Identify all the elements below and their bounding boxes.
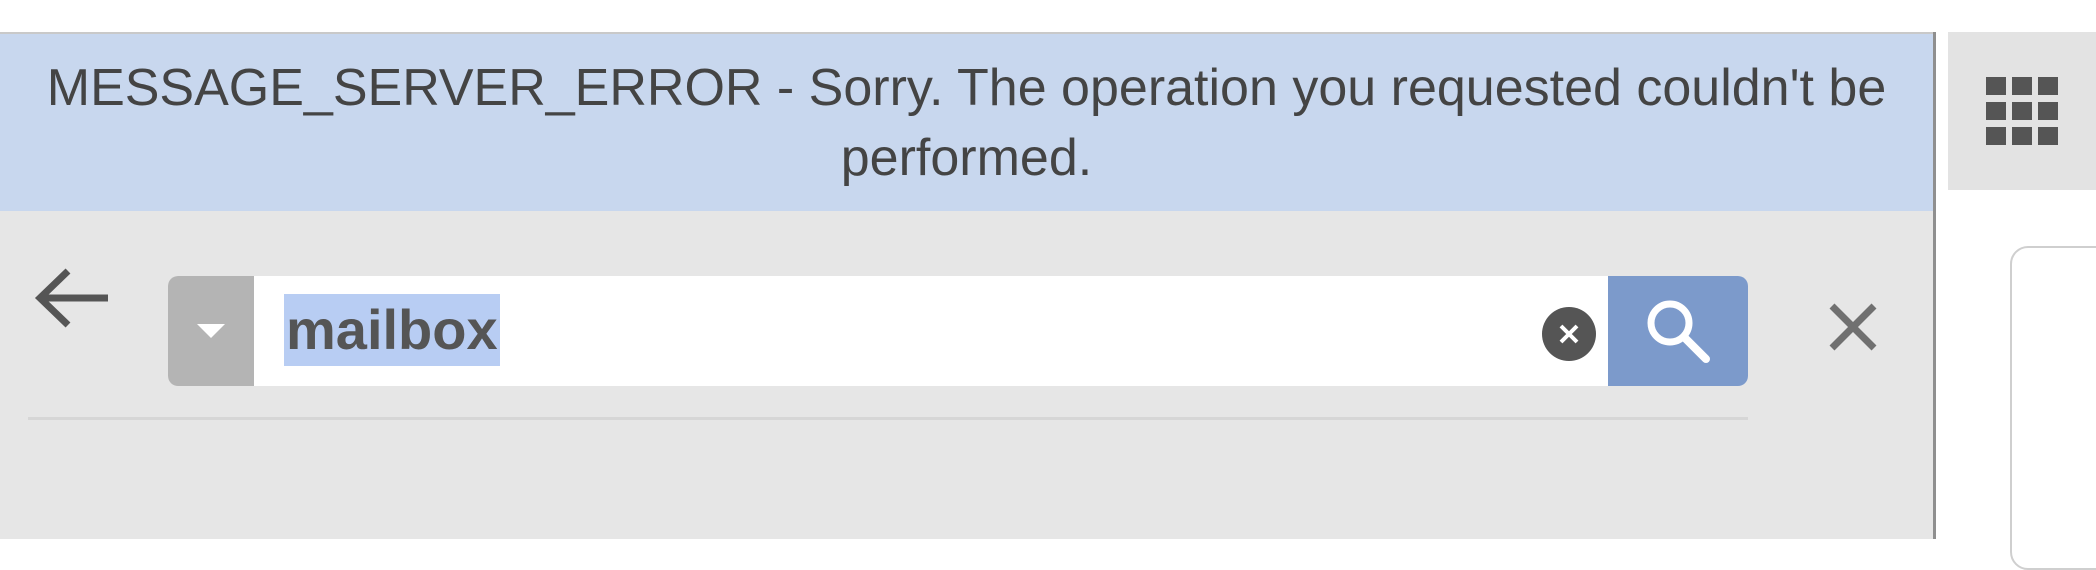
clear-circle-icon — [1559, 324, 1579, 344]
caret-down-icon — [197, 324, 225, 338]
arrow-left-icon — [34, 268, 108, 328]
grid-icon — [1986, 77, 2058, 145]
magnifier-icon — [1647, 300, 1710, 363]
close-icon — [1829, 303, 1877, 351]
error-message: MESSAGE_SERVER_ERROR - Sorry. The operat… — [46, 58, 1887, 187]
search-input[interactable]: mailbox — [284, 294, 500, 366]
right-panel — [1936, 32, 2096, 570]
close-search-button[interactable] — [1818, 292, 1888, 362]
search-box: mailbox — [168, 276, 1748, 386]
divider — [28, 417, 1748, 420]
search-panel: MESSAGE_SERVER_ERROR - Sorry. The operat… — [0, 32, 1933, 539]
search-button[interactable] — [1608, 276, 1748, 386]
search-row: mailbox — [0, 242, 1933, 386]
top-strip — [0, 0, 2096, 32]
back-button[interactable] — [28, 262, 114, 334]
search-input-wrapper: mailbox — [254, 276, 1608, 386]
error-banner: MESSAGE_SERVER_ERROR - Sorry. The operat… — [0, 34, 1933, 211]
apps-button[interactable] — [1948, 32, 2096, 190]
clear-search-button[interactable] — [1542, 307, 1596, 361]
content-card — [2010, 246, 2096, 570]
search-scope-dropdown[interactable] — [168, 276, 254, 386]
